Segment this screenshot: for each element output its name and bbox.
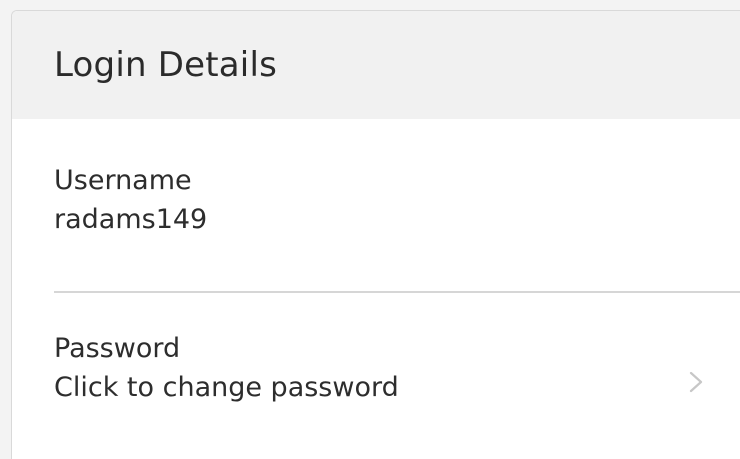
- card-title: Login Details: [54, 45, 278, 85]
- password-label: Password: [54, 333, 181, 364]
- change-password-row[interactable]: Password Click to change password: [12, 293, 740, 459]
- username-row: Username radams149: [12, 119, 740, 293]
- username-label: Username: [54, 165, 192, 196]
- chevron-right-icon[interactable]: [687, 370, 705, 394]
- card-header: Login Details: [12, 11, 740, 119]
- change-password-link[interactable]: Click to change password: [54, 372, 740, 403]
- login-details-card: Login Details Username radams149 Passwor…: [11, 10, 740, 459]
- username-value: radams149: [54, 204, 208, 236]
